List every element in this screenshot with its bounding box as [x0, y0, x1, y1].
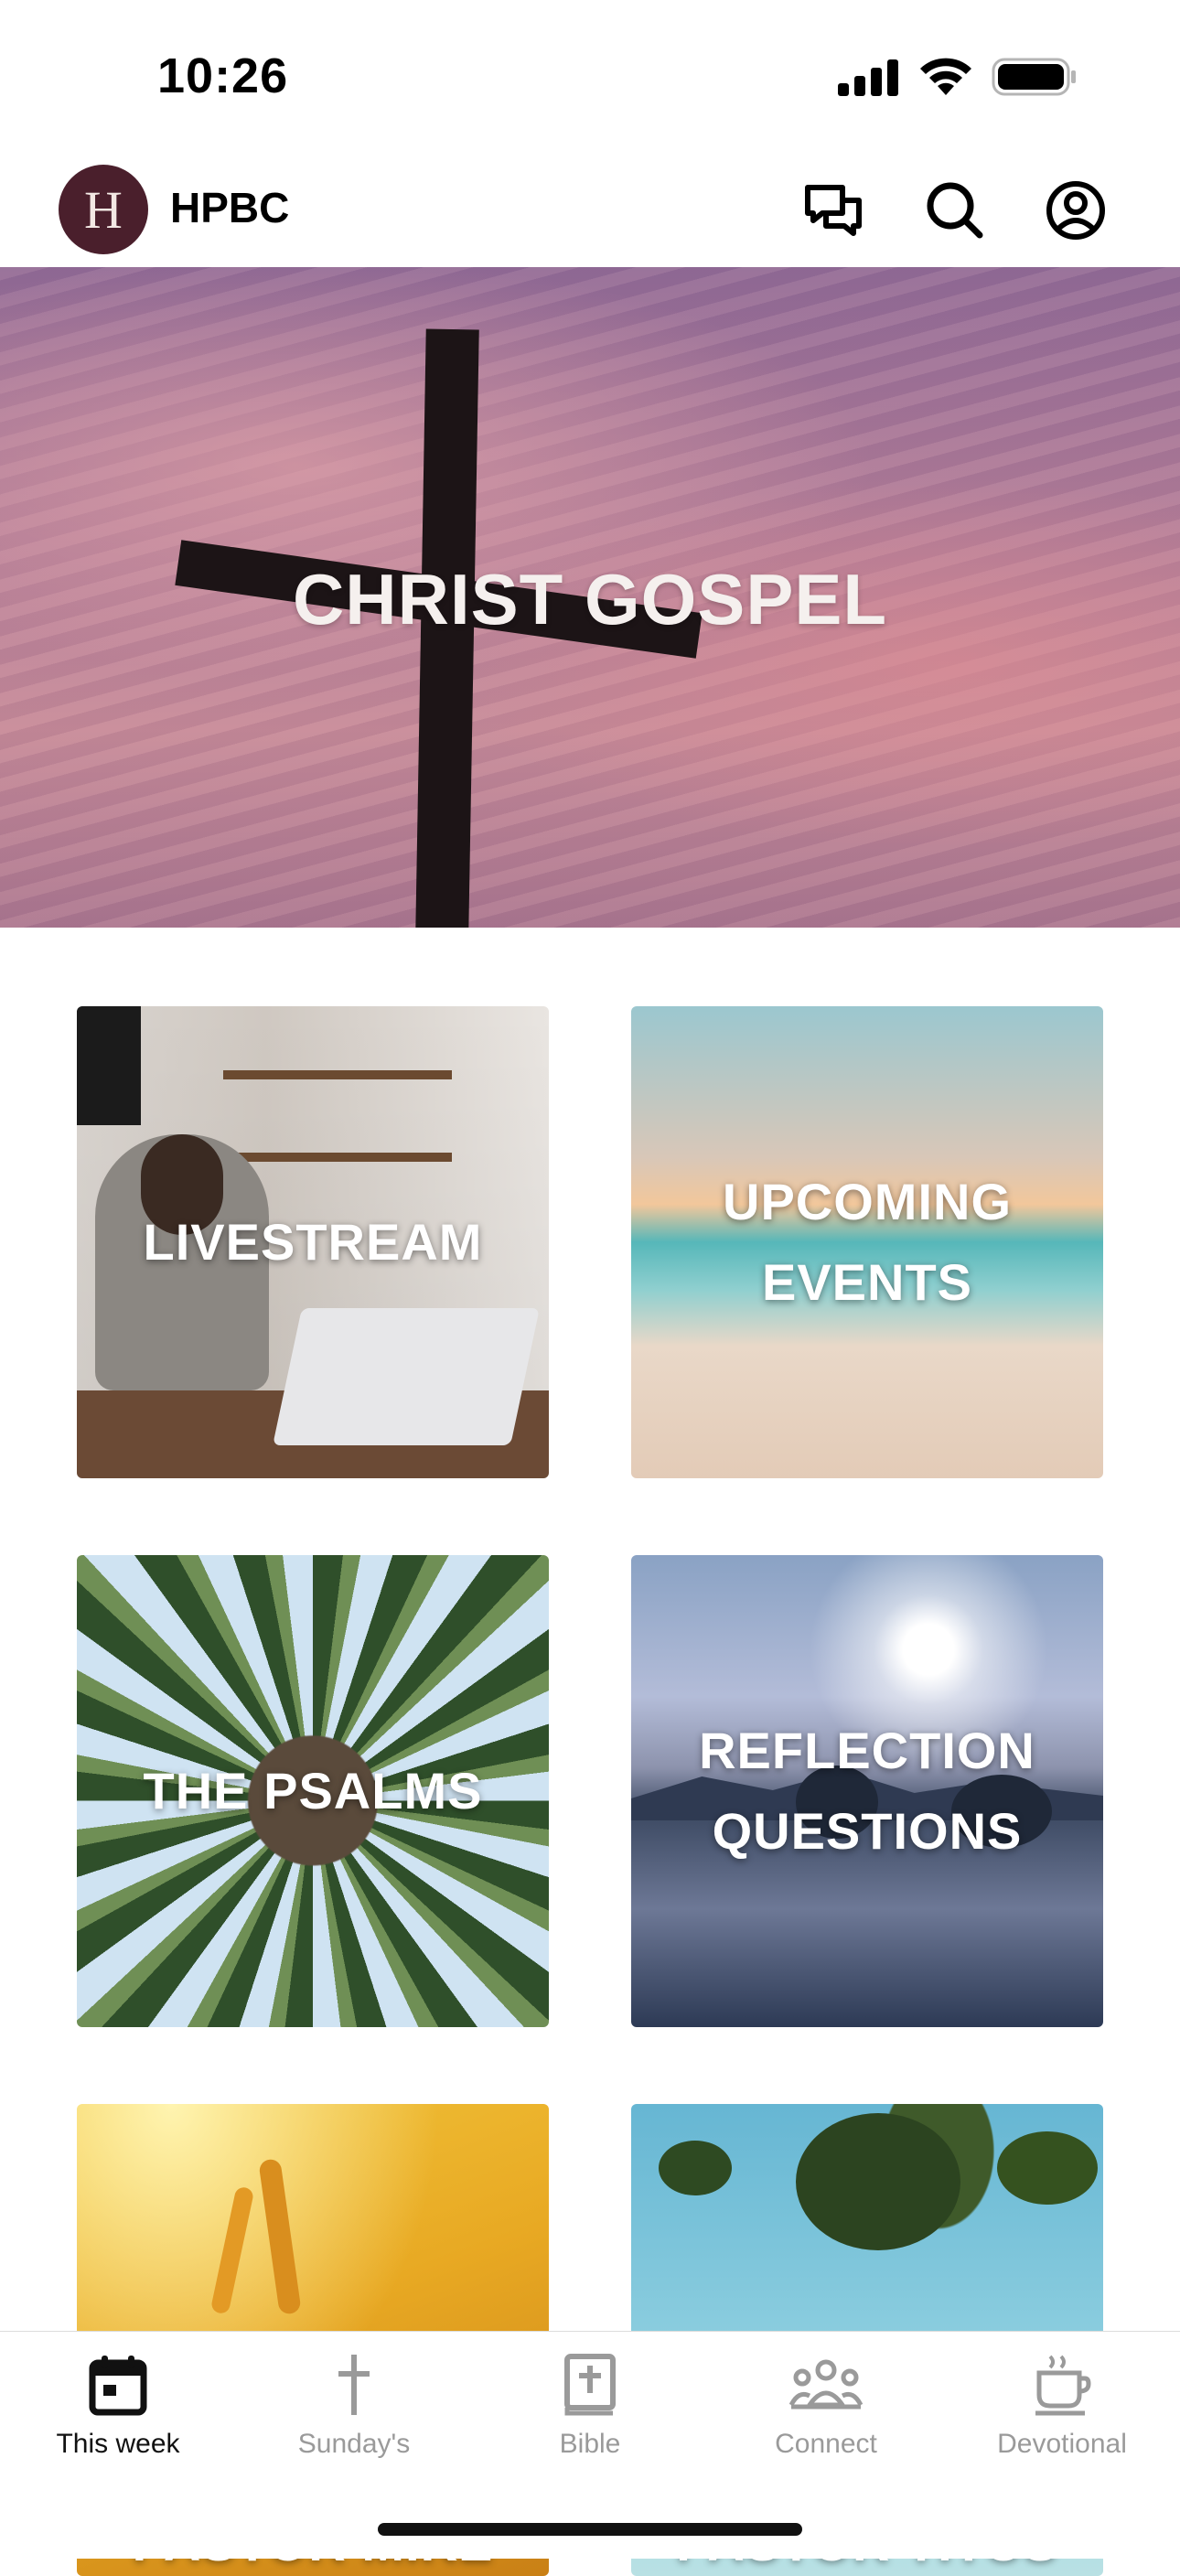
tab-label: Sunday's	[297, 2429, 411, 2459]
bible-icon	[564, 2354, 616, 2416]
shelf	[223, 1070, 452, 1079]
tab-label: Bible	[559, 2429, 621, 2459]
logo-letter: H	[84, 179, 123, 240]
tile-the-psalms[interactable]: THE PSALMS	[77, 1555, 549, 2027]
chat-bubbles-icon	[805, 185, 862, 236]
coffee-cup-icon	[1035, 2355, 1091, 2416]
tile-livestream[interactable]: LIVESTREAM	[77, 1006, 549, 1478]
messages-button[interactable]	[798, 174, 871, 247]
tab-sundays[interactable]: Sunday's	[236, 2348, 472, 2485]
church-logo[interactable]: H	[59, 165, 148, 254]
palm-crown	[659, 2141, 732, 2195]
shelf	[223, 1153, 452, 1162]
wifi-icon	[920, 58, 971, 95]
hero-title: CHRIST GOSPEL	[292, 559, 888, 639]
status-bar: 10:26	[0, 0, 1180, 156]
home-indicator[interactable]	[378, 2523, 802, 2536]
range-hood	[77, 1006, 141, 1125]
search-button[interactable]	[918, 174, 992, 247]
battery-icon	[992, 58, 1076, 96]
tile-label: LIVESTREAM	[143, 1213, 483, 1271]
app-header: H HPBC	[0, 156, 1180, 268]
tab-label: Connect	[775, 2429, 877, 2459]
tab-devotional[interactable]: Devotional	[944, 2348, 1180, 2485]
tab-connect[interactable]: Connect	[708, 2348, 944, 2485]
tile-label: UPCOMING EVENTS	[723, 1173, 1012, 1311]
wheat-stalk	[209, 2185, 255, 2315]
tab-label: This week	[56, 2429, 180, 2459]
tab-this-week[interactable]: This week	[0, 2348, 236, 2485]
status-time: 10:26	[157, 48, 289, 103]
tab-label: Devotional	[997, 2429, 1127, 2459]
signal-icon	[838, 59, 898, 96]
tab-bible[interactable]: Bible	[472, 2348, 708, 2485]
palm-crown	[997, 2131, 1098, 2205]
tile-reflection-questions[interactable]: REFLECTION QUESTIONS	[631, 1555, 1103, 2027]
tile-label: REFLECTION QUESTIONS	[699, 1722, 1035, 1860]
wheat-stalk	[258, 2158, 302, 2315]
user-circle-icon	[1046, 181, 1105, 240]
laptop	[273, 1308, 540, 1445]
tile-upcoming-events[interactable]: UPCOMING EVENTS	[631, 1006, 1103, 1478]
cross-icon	[338, 2355, 370, 2415]
status-icons	[838, 57, 1078, 97]
search-icon	[927, 182, 983, 239]
people-icon	[789, 2359, 863, 2410]
tile-label: THE PSALMS	[143, 1762, 483, 1819]
palm-crown	[796, 2113, 960, 2250]
profile-button[interactable]	[1039, 174, 1112, 247]
calendar-icon	[89, 2356, 147, 2416]
hero-carousel[interactable]: CHRIST GOSPEL	[0, 267, 1180, 928]
app-title: HPBC	[170, 184, 290, 231]
